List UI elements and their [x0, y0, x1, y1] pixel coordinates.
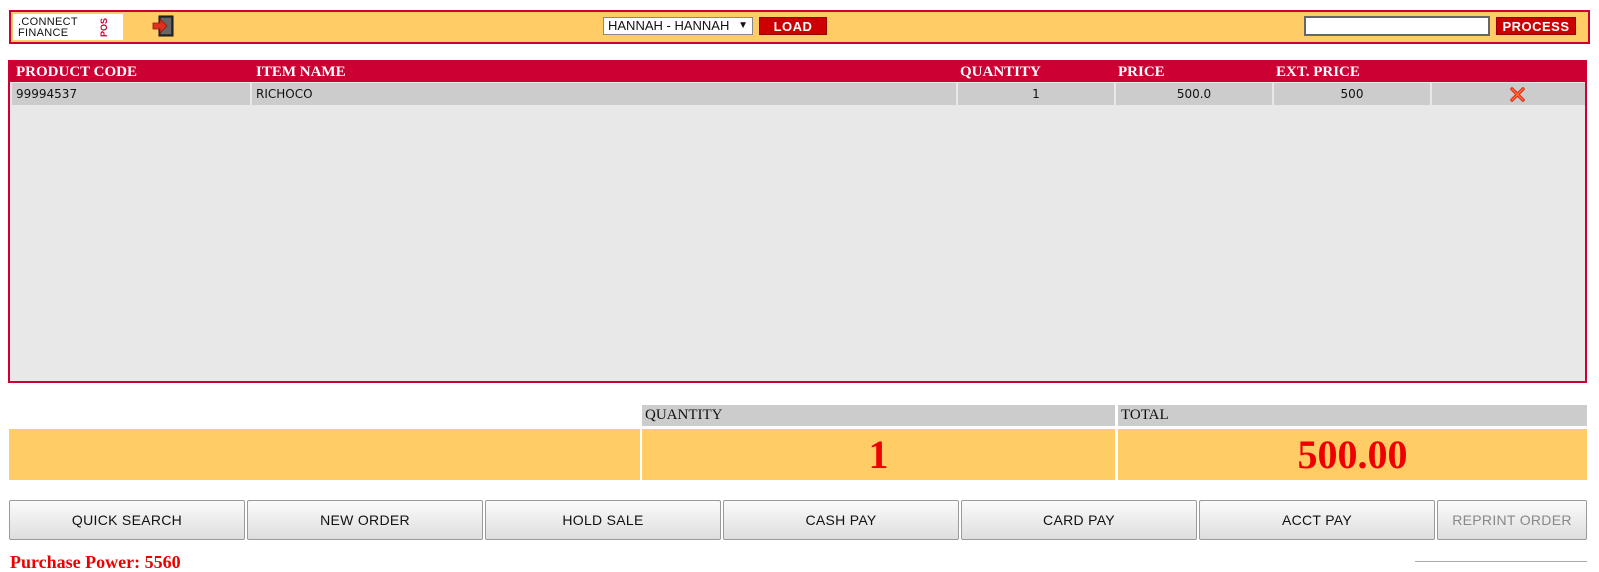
header-product-code: PRODUCT CODE — [16, 64, 137, 80]
process-input[interactable] — [1304, 16, 1490, 36]
top-bar: .CONNECT FINANCE POS HANNAH - HANNAH ▼ L… — [9, 10, 1590, 44]
brand-tag: POS — [99, 17, 109, 37]
grand-total-box: 500.00 — [1118, 429, 1587, 480]
grand-total-label: TOTAL — [1118, 405, 1587, 426]
process-button[interactable]: PROCESS — [1496, 17, 1576, 35]
quantity-total-box: 1 — [642, 429, 1115, 480]
brand-logo: .CONNECT FINANCE POS — [13, 14, 123, 40]
chevron-down-icon: ▼ — [738, 20, 748, 31]
bottom-right-panel-edge — [1415, 561, 1587, 565]
hold-sale-button[interactable]: HOLD SALE — [485, 500, 721, 540]
quantity-total-label: QUANTITY — [642, 405, 1115, 426]
header-quantity: QUANTITY — [960, 64, 1041, 80]
user-select[interactable]: HANNAH - HANNAH ▼ — [603, 17, 753, 35]
new-order-button[interactable]: NEW ORDER — [247, 500, 483, 540]
brand-text: .CONNECT FINANCE — [18, 17, 78, 39]
cell-item-name: RICHOCO — [252, 83, 956, 105]
user-select-value: HANNAH - HANNAH — [608, 18, 730, 33]
delete-icon[interactable] — [1510, 87, 1525, 102]
header-ext-price: EXT. PRICE — [1276, 64, 1360, 80]
header-price: PRICE — [1118, 64, 1165, 80]
cash-pay-button[interactable]: CASH PAY — [723, 500, 959, 540]
quick-search-button[interactable]: QUICK SEARCH — [9, 500, 245, 540]
quantity-total-value: 1 — [868, 432, 889, 477]
acct-pay-button[interactable]: ACCT PAY — [1199, 500, 1435, 540]
table-header: PRODUCT CODE ITEM NAME QUANTITY PRICE EX… — [10, 62, 1585, 82]
header-item-name: ITEM NAME — [256, 64, 346, 80]
load-button[interactable]: LOAD — [759, 17, 827, 35]
cell-quantity[interactable]: 1 — [958, 83, 1114, 105]
purchase-power: Purchase Power: 5560 — [10, 552, 181, 572]
cell-product-code: 99994537 — [12, 83, 250, 105]
grand-total-value: 500.00 — [1297, 432, 1408, 477]
totals-spacer — [9, 429, 640, 480]
exit-icon[interactable] — [152, 15, 176, 37]
cell-ext-price: 500 — [1274, 83, 1430, 105]
cell-price: 500.0 — [1116, 83, 1272, 105]
brand-line-2: FINANCE — [18, 27, 69, 39]
reprint-order-button: REPRINT ORDER — [1437, 500, 1587, 540]
card-pay-button[interactable]: CARD PAY — [961, 500, 1197, 540]
order-items-table: PRODUCT CODE ITEM NAME QUANTITY PRICE EX… — [8, 60, 1587, 383]
table-row[interactable]: 99994537 RICHOCO 1 500.0 500 — [10, 83, 1585, 105]
cell-actions — [1432, 83, 1585, 105]
